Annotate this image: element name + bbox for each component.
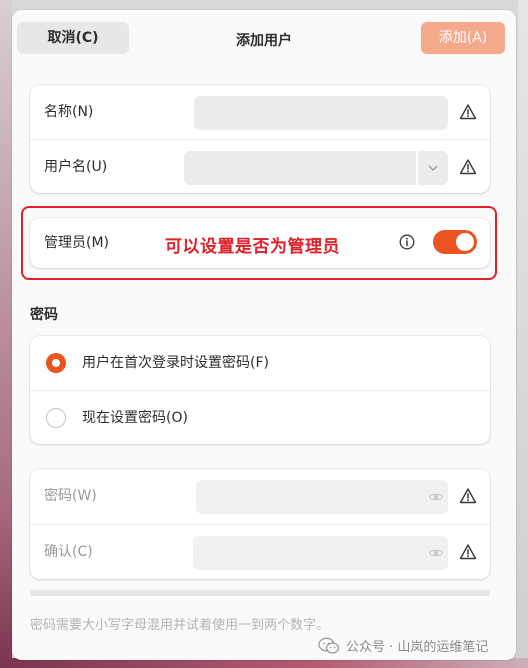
password-section-title: 密码 <box>30 307 58 323</box>
password-option-card: 用户在首次登录时设置密码(F) 现在设置密码(O) <box>30 336 490 444</box>
warning-icon <box>459 159 477 175</box>
password-field[interactable] <box>196 480 448 514</box>
add-user-dialog: 取消(C) 添加用户 添加(A) 名称(N) 用户名(U) 管理员(M) 可以设… <box>12 10 516 660</box>
password-row: 密码(W) <box>30 469 490 523</box>
password-hint: 密码需要大小写字母混用并试着使用一到两个数字。 <box>30 618 330 633</box>
dialog-header: 取消(C) 添加用户 添加(A) <box>12 10 516 72</box>
confirm-row: 确认(C) <box>30 524 490 579</box>
name-label: 名称(N) <box>44 104 94 120</box>
annotation-text: 可以设置是否为管理员 <box>165 237 340 257</box>
wechat-icon <box>318 637 340 654</box>
password-entry-card: 密码(W) 确认(C) <box>30 469 490 579</box>
password-label: 密码(W) <box>44 488 97 504</box>
confirm-label: 确认(C) <box>44 544 93 560</box>
radio-option-first-login[interactable]: 用户在首次登录时设置密码(F) <box>30 336 490 390</box>
username-label: 用户名(U) <box>44 159 108 175</box>
eye-icon[interactable] <box>428 545 444 561</box>
eye-icon[interactable] <box>428 489 444 505</box>
warning-icon <box>459 544 477 560</box>
name-row: 名称(N) <box>30 85 490 139</box>
username-dropdown-button[interactable] <box>418 151 448 185</box>
confirm-field[interactable] <box>193 536 448 570</box>
watermark-text: 公众号 · 山岚的运维笔记 <box>346 640 489 655</box>
radio-unselected[interactable] <box>46 408 66 428</box>
chevron-down-icon <box>428 165 438 171</box>
identity-card: 名称(N) 用户名(U) <box>30 85 490 193</box>
password-strength-bar <box>30 590 490 596</box>
desktop-background-right <box>518 0 528 668</box>
watermark: 公众号 · 山岚的运维笔记 <box>318 636 488 655</box>
desktop-background-left <box>0 0 12 668</box>
add-button[interactable]: 添加(A) <box>421 22 505 54</box>
warning-icon <box>459 104 477 120</box>
warning-icon <box>459 488 477 504</box>
username-row: 用户名(U) <box>30 139 490 194</box>
radio-option-set-now[interactable]: 现在设置密码(O) <box>30 390 490 445</box>
radio-label-first-login: 用户在首次登录时设置密码(F) <box>82 355 269 371</box>
username-field[interactable] <box>184 151 416 185</box>
radio-label-set-now: 现在设置密码(O) <box>82 410 188 426</box>
radio-selected[interactable] <box>46 353 66 373</box>
name-field[interactable] <box>194 96 448 130</box>
